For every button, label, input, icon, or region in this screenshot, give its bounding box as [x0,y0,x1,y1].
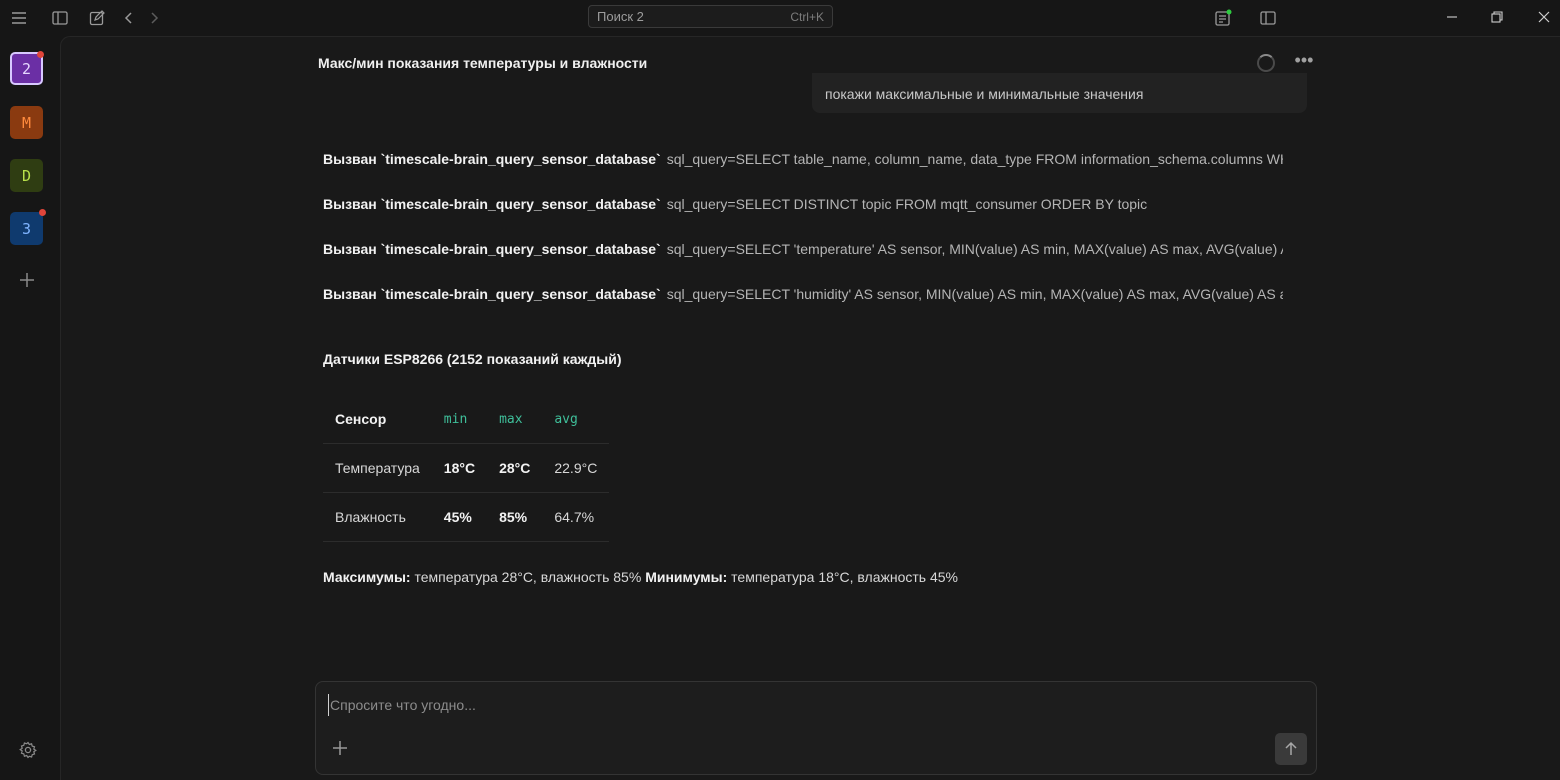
send-button[interactable] [1275,733,1307,765]
summary-min-text: температура 18°C, влажность 45% [727,569,958,585]
table-cell: 18°C [431,443,488,493]
tool-call-args: sql_query=SELECT DISTINCT topic FROM mqt… [666,196,1148,212]
workspace-label: D [21,166,32,185]
message-input[interactable] [328,694,1232,716]
search-shortcut: Ctrl+K [790,9,824,24]
tool-call-args: sql_query=SELECT 'humidity' AS sensor, M… [666,286,1283,302]
arrow-up-icon [1285,741,1297,755]
workspace-label: 3 [21,219,32,238]
workspace-bar: 2 M D 3 [0,36,60,780]
search-box[interactable]: Поиск 2 Ctrl+K [588,5,833,28]
table-cell: 22.9°C [542,443,610,493]
close-icon[interactable] [1521,4,1560,30]
minimize-icon[interactable] [1429,4,1475,30]
top-bar: Поиск 2 Ctrl+K [0,0,1560,36]
tool-call-2[interactable]: Вызван `timescale-brain_query_sensor_dat… [323,196,1283,212]
summary-max-label: Максимумы: [323,569,411,585]
table-row: Влажность 45% 85% 64.7% [323,492,610,542]
chat-panel: Макс/мин показания температуры и влажнос… [60,36,1560,780]
workspace-d[interactable]: D [10,159,43,192]
notification-badge [37,51,44,58]
tool-call-label: Вызван `timescale-brain_query_sensor_dat… [323,151,661,167]
add-workspace-icon[interactable] [15,268,39,292]
column-header: Сенсор [323,395,432,444]
workspace-2[interactable]: 2 [10,51,44,85]
tool-call-label: Вызван `timescale-brain_query_sensor_dat… [323,196,661,212]
table-header-row: Сенсор min max avg [323,395,610,444]
message-composer [315,681,1317,775]
tool-call-3[interactable]: Вызван `timescale-brain_query_sensor_dat… [323,241,1283,257]
user-message: покажи максимальные и минимальные значен… [812,73,1307,113]
table-cell: Температура [323,443,432,493]
table-cell: 28°C [487,443,543,493]
tool-call-1[interactable]: Вызван `timescale-brain_query_sensor_dat… [323,151,1283,167]
summary-text: Максимумы: температура 28°C, влажность 8… [323,569,958,585]
back-icon[interactable] [117,6,141,30]
table-row: Температура 18°C 28°C 22.9°C [323,443,610,493]
column-header: min [431,395,488,444]
settings-gear-icon[interactable] [16,738,40,762]
sensor-table: Сенсор min max avg Температура 18°C 28°C… [323,395,610,542]
more-options-icon[interactable]: ••• [1293,49,1315,71]
workspace-3[interactable]: 3 [10,209,46,245]
tool-call-args: sql_query=SELECT 'temperature' AS sensor… [666,241,1283,257]
attach-plus-icon[interactable] [328,736,352,760]
sidebar-toggle-icon[interactable] [48,6,72,30]
notification-badge [39,209,46,216]
menu-icon[interactable] [7,6,31,30]
right-panel-icon[interactable] [1256,6,1280,30]
workspace-m[interactable]: M [10,106,43,139]
workspace-label: M [21,113,32,132]
tasks-icon[interactable] [1211,6,1235,30]
chat-title: Макс/мин показания температуры и влажнос… [318,55,648,71]
table-cell: 85% [487,492,543,542]
search-label: Поиск 2 [597,9,644,24]
forward-icon[interactable] [142,6,166,30]
tool-call-label: Вызван `timescale-brain_query_sensor_dat… [323,286,661,302]
table-cell: Влажность [323,492,432,542]
section-title: Датчики ESP8266 (2152 показаний каждый) [323,351,622,367]
restore-icon[interactable] [1474,4,1520,30]
loading-spinner-icon [1257,54,1275,72]
table-cell: 64.7% [542,492,610,542]
table-cell: 45% [431,492,488,542]
summary-max-text: температура 28°C, влажность 85% [410,569,646,585]
column-header: max [487,395,543,444]
tool-call-args: sql_query=SELECT table_name, column_name… [666,151,1283,167]
summary-min-label: Минимумы: [645,569,728,585]
workspace-label: 2 [21,59,32,78]
new-chat-icon[interactable] [85,6,109,30]
tool-call-4[interactable]: Вызван `timescale-brain_query_sensor_dat… [323,286,1283,302]
column-header: avg [542,395,610,444]
tool-call-label: Вызван `timescale-brain_query_sensor_dat… [323,241,661,257]
